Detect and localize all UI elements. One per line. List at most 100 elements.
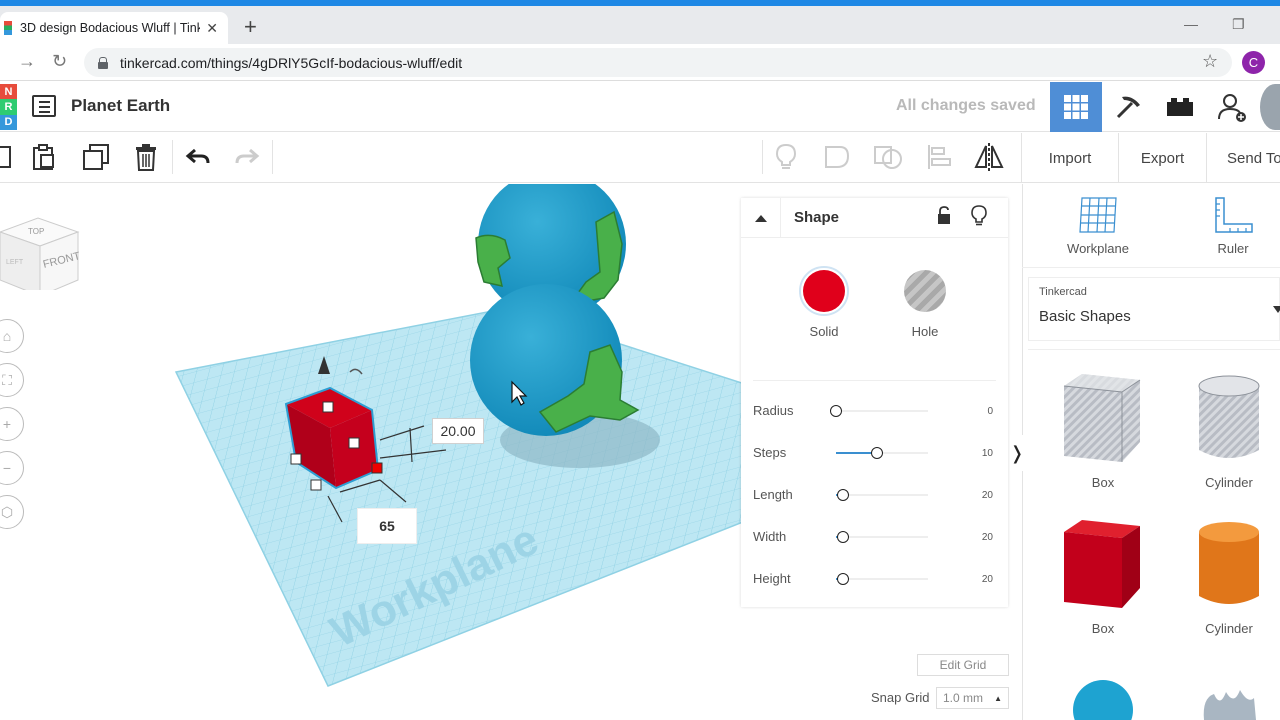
notes-button[interactable] [769,140,803,174]
tab-title: 3D design Bodacious Wluff | Tink [20,21,201,35]
property-slider-knob[interactable] [830,405,842,417]
panel-divider [1022,267,1280,268]
shape-tile-box-hole[interactable]: Box [1062,372,1144,490]
minimize-icon[interactable]: — [1184,16,1198,32]
design-title[interactable]: Planet Earth [71,96,170,116]
home-icon: ⌂ [2,328,12,344]
url-field[interactable]: tinkercad.com/things/4gDRlY5GcIf-bodacio… [84,48,1232,77]
paste-icon [33,144,54,170]
view-cube[interactable]: TOP LEFT FRONT [0,210,84,290]
url-text: tinkercad.com/things/4gDRlY5GcIf-bodacio… [120,54,463,71]
copy-button[interactable] [0,140,20,174]
caret-up-icon: ▲ [994,693,1002,703]
scribble-shape-icon[interactable] [1198,684,1260,720]
add-user-button[interactable] [1206,82,1258,132]
snap-grid-select[interactable]: 1.0 mm ▲ [936,687,1009,709]
cylinder-solid-icon [1199,522,1259,604]
shape-tile-cylinder[interactable]: Cylinder [1196,520,1262,636]
dimension-input[interactable]: 65 [357,508,417,544]
property-value[interactable]: 10 [963,448,993,459]
toolbar-divider [172,140,173,174]
cylinder-hole-icon [1198,375,1260,458]
shape-tile-box[interactable]: Box [1062,518,1144,636]
property-value[interactable]: 20 [963,574,993,585]
property-value[interactable]: 20 [963,490,993,501]
toolbar-divider [272,140,273,174]
bookmark-star-icon[interactable]: ☆ [1202,51,1218,72]
export-button[interactable]: Export [1118,133,1206,183]
solid-label: Solid [809,324,839,339]
profile-avatar[interactable]: C [1242,51,1265,74]
grid-view-icon [1064,95,1088,119]
collapse-inspector-button[interactable] [741,198,781,238]
property-label: Height [753,571,791,586]
blocks-button[interactable] [1102,82,1154,132]
restore-icon[interactable]: ❐ [1232,16,1245,33]
align-icon [928,145,951,169]
brick-icon [1167,98,1193,116]
tab-close-icon[interactable]: ✕ [206,20,218,37]
undo-button[interactable] [181,140,215,174]
tinkercad-logo[interactable]: N R D [0,84,17,130]
sphere-shape-icon[interactable] [1070,676,1136,720]
property-slider-track[interactable] [836,578,928,580]
shape-tile-cylinder-hole[interactable]: Cylinder [1196,374,1262,490]
bricks-button[interactable] [1154,82,1206,132]
redo-button[interactable] [230,140,264,174]
property-slider-track[interactable] [836,410,928,412]
unlock-icon[interactable] [937,206,951,226]
lock-icon [98,56,108,69]
hole-button[interactable] [904,270,946,312]
ruler-label: Ruler [1217,241,1249,256]
property-value[interactable]: 20 [963,532,993,543]
property-slider-knob[interactable] [837,489,849,501]
shape-label: Box [1091,621,1115,636]
browser-tab[interactable]: 3D design Bodacious Wluff | Tink ✕ [0,12,228,44]
cube-icon: ⬡ [0,503,14,520]
align-button[interactable] [922,140,956,174]
3d-view-button[interactable] [1050,82,1102,132]
viewcube-top-label: TOP [28,227,44,236]
undo-icon [185,148,210,164]
reload-icon[interactable]: ↻ [52,51,67,72]
edit-grid-button[interactable]: Edit Grid [917,654,1009,676]
forward-icon[interactable]: → [18,51,36,72]
pickaxe-icon [1116,96,1140,119]
property-slider-knob[interactable] [871,447,883,459]
delete-button[interactable] [129,140,163,174]
ruler-icon [1215,197,1253,233]
property-slider-track[interactable] [836,494,928,496]
property-slider-knob[interactable] [837,531,849,543]
ruler-tool[interactable]: Ruler [1202,194,1264,256]
library-source: Tinkercad [1039,286,1087,298]
lightbulb-icon[interactable] [971,205,987,227]
mirror-button[interactable] [972,140,1006,174]
solid-button[interactable] [799,266,849,316]
save-status: All changes saved [896,97,1036,114]
globe-front[interactable] [470,284,640,436]
import-button[interactable]: Import [1021,133,1118,183]
hole-label: Hole [911,324,939,339]
property-value[interactable]: 0 [963,406,993,417]
lightbulb-icon [775,143,797,169]
send-to-button[interactable]: Send To [1206,133,1280,183]
duplicate-button[interactable] [79,140,113,174]
property-slider-knob[interactable] [837,573,849,585]
add-user-icon [1218,94,1246,122]
shape-library-select[interactable]: Tinkercad Basic Shapes [1028,277,1280,341]
paste-button[interactable] [27,140,61,174]
new-tab-icon[interactable]: + [244,14,257,40]
property-label: Width [753,529,787,544]
workplane-tool[interactable]: Workplane [1066,194,1130,256]
property-slider-track[interactable] [836,536,928,538]
height-dimension-label[interactable]: 20.00 [432,418,484,444]
property-label: Steps [753,445,787,460]
panel-toggle-icon[interactable]: ❭ [1009,435,1025,471]
logo-letter: D [0,114,17,130]
design-list-icon[interactable] [32,95,56,117]
ungroup-button[interactable] [871,140,905,174]
box-hole-icon [1063,374,1141,462]
group-button[interactable] [820,140,854,174]
inspector-header [741,198,1008,238]
snap-grid-label: Snap Grid [871,690,930,705]
